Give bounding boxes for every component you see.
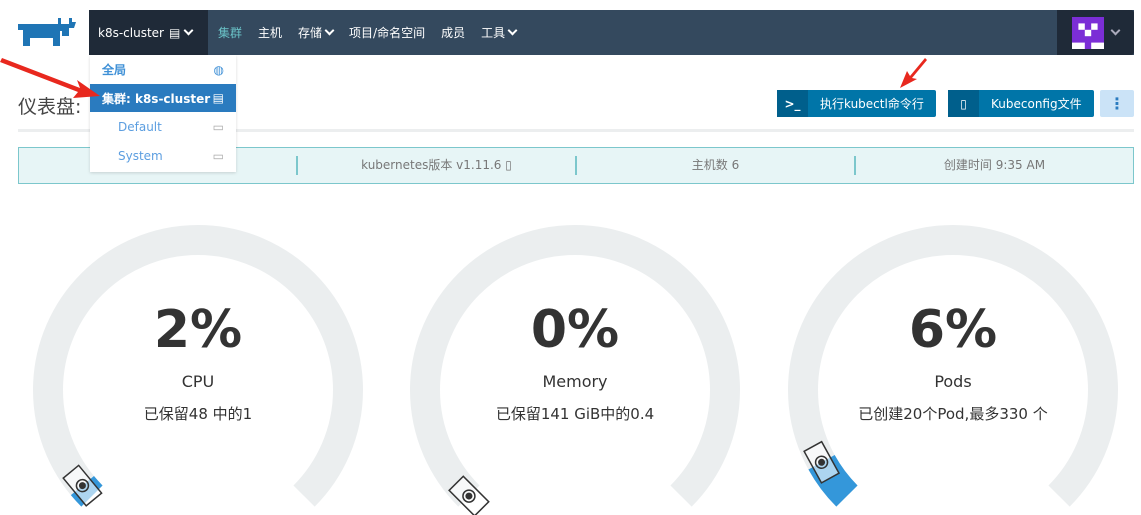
pods-label: Pods	[934, 372, 972, 391]
cpu-sub: 已保留48 中的1	[143, 405, 253, 423]
pods-sub: 已创建20个Pod,最多330 个	[858, 405, 1048, 423]
gauge-track	[410, 225, 740, 507]
dropdown-global[interactable]: 全局 ◍	[90, 55, 236, 84]
globe-icon: ◍	[213, 62, 224, 77]
gauge-handle[interactable]	[803, 440, 841, 484]
project-label: System	[118, 148, 163, 163]
dropdown-project-default[interactable]: Default ▭	[90, 112, 236, 141]
dropdown-project-system[interactable]: System ▭	[90, 141, 236, 170]
gauge-track	[788, 225, 1118, 507]
gauge-track	[33, 225, 363, 507]
pods-percent: 6%	[908, 300, 998, 360]
cluster-dropdown: 全局 ◍ 集群: k8s-cluster ▤ Default ▭ System ▭	[90, 55, 236, 172]
folder-icon: ▭	[212, 119, 224, 134]
cluster-label: 集群: k8s-cluster	[102, 91, 211, 106]
cpu-label: CPU	[181, 372, 215, 391]
cluster-icon: ▤	[212, 91, 224, 105]
project-label: Default	[118, 119, 162, 134]
folder-icon: ▭	[212, 148, 224, 163]
global-label: 全局	[102, 63, 127, 77]
dropdown-cluster[interactable]: 集群: k8s-cluster ▤	[90, 84, 236, 112]
cpu-percent: 2%	[153, 300, 243, 360]
memory-percent: 0%	[530, 300, 620, 360]
memory-label: Memory	[542, 372, 608, 391]
memory-sub: 已保留141 GiB中的0.4	[495, 405, 655, 423]
